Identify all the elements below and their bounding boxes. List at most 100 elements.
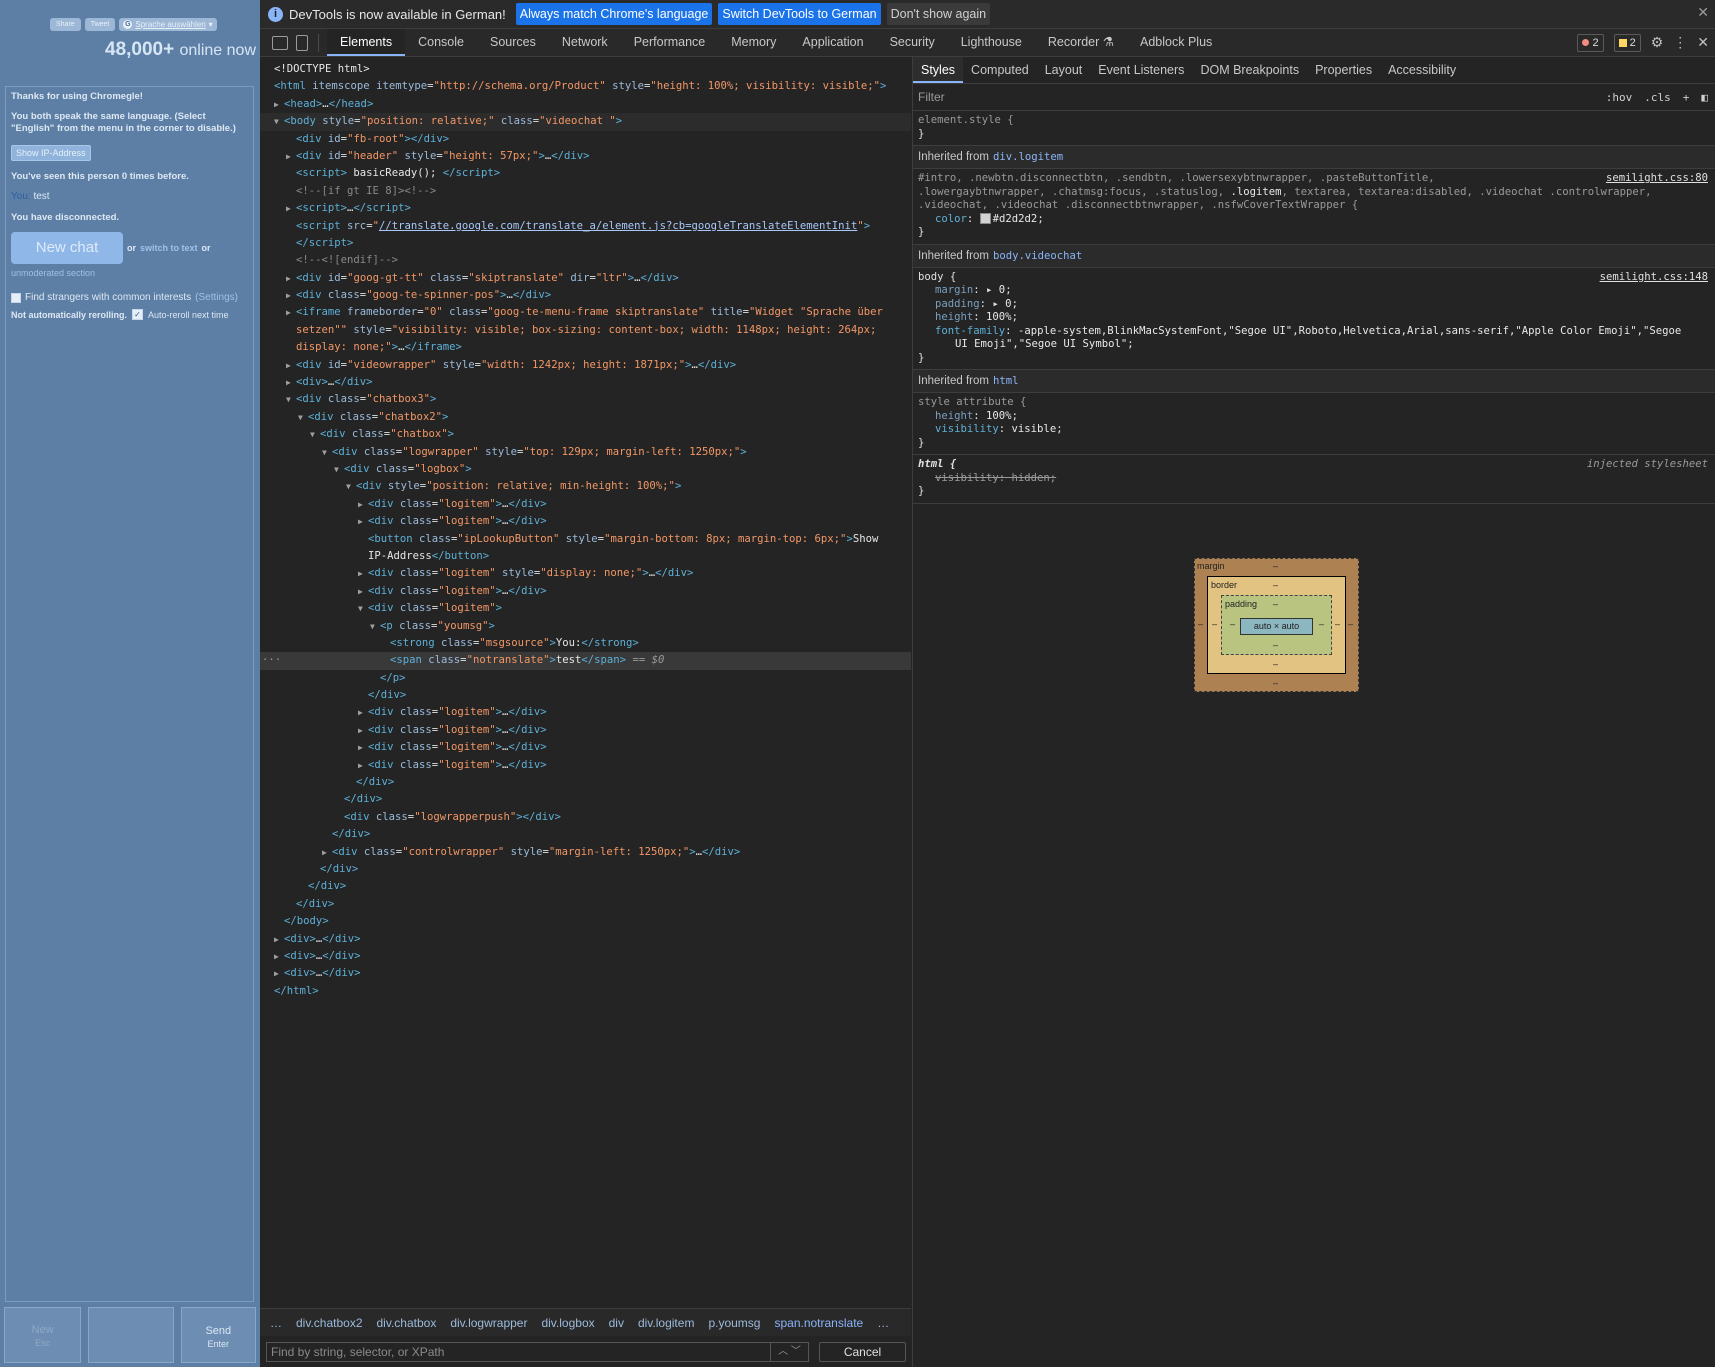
- dom-search-input[interactable]: Find by string, selector, or XPath: [266, 1342, 771, 1362]
- dom-node[interactable]: ▼ <div class="logitem">: [260, 600, 911, 617]
- more-icon[interactable]: ···: [262, 652, 281, 669]
- breadcrumb-item-current[interactable]: span.notranslate: [774, 1316, 863, 1330]
- translate-select[interactable]: Sprache auswählen: [135, 18, 205, 31]
- tab-security[interactable]: Security: [877, 29, 948, 56]
- dom-node[interactable]: </div>: [260, 896, 911, 913]
- dom-node[interactable]: </div>: [260, 687, 911, 704]
- tab-console[interactable]: Console: [405, 29, 477, 56]
- tab-dom-breakpoints[interactable]: DOM Breakpoints: [1192, 57, 1307, 83]
- tab-event-listeners[interactable]: Event Listeners: [1090, 57, 1192, 83]
- dom-node[interactable]: ▶ <div class="logitem">…</div>: [260, 496, 911, 513]
- inherited-element-link[interactable]: body.videochat: [993, 250, 1082, 262]
- dom-node[interactable]: ▶ <div class="controlwrapper" style="marg…: [260, 844, 911, 861]
- css-property[interactable]: padding: ▸ 0;: [918, 298, 1711, 312]
- dom-node[interactable]: ▶ <div id="videowrapper" style="width: 12…: [260, 357, 911, 374]
- breadcrumb-item[interactable]: p.youmsg: [708, 1316, 760, 1330]
- dom-node[interactable]: ▶ <div class="goog-te-spinner-pos">…</div…: [260, 287, 911, 304]
- dom-node[interactable]: ▶ <iframe frameborder="0" class="goog-te-…: [260, 304, 911, 321]
- css-property[interactable]: font-family: -apple-system,BlinkMacSyste…: [918, 325, 1711, 339]
- dom-node[interactable]: ▶ <div class="logitem">…</div>: [260, 704, 911, 721]
- dom-node[interactable]: ▶ <div>…</div>: [260, 965, 911, 982]
- close-icon[interactable]: ✕: [1697, 4, 1709, 21]
- tab-memory[interactable]: Memory: [718, 29, 789, 56]
- dom-node[interactable]: ▶ <div class="logitem">…</div>: [260, 739, 911, 756]
- more-options-icon[interactable]: ⋮: [1673, 34, 1687, 51]
- dom-node[interactable]: ▶ <div>…</div>: [260, 948, 911, 965]
- add-rule-icon[interactable]: +: [1683, 91, 1690, 104]
- unmoderated-link[interactable]: unmoderated section: [11, 268, 95, 278]
- hover-state-toggle[interactable]: :hov: [1606, 91, 1633, 104]
- error-count-badge[interactable]: 2: [1577, 33, 1604, 52]
- new-chat-button[interactable]: New chat: [11, 232, 123, 264]
- dom-node[interactable]: setzen"" style="visibility: visible; box…: [260, 322, 911, 339]
- gear-icon[interactable]: ⚙: [1651, 34, 1664, 51]
- tab-styles[interactable]: Styles: [913, 57, 964, 83]
- breadcrumb-item[interactable]: div: [609, 1316, 624, 1330]
- dom-node[interactable]: <!--[if gt IE 8]><!-->: [260, 183, 911, 200]
- show-ip-button[interactable]: Show IP-Address: [11, 145, 91, 161]
- dom-node[interactable]: ▼ <p class="youmsg">: [260, 618, 911, 635]
- dom-node[interactable]: </div>: [260, 774, 911, 791]
- tab-application[interactable]: Application: [789, 29, 876, 56]
- dom-node[interactable]: ▶ <div>…</div>: [260, 931, 911, 948]
- dom-node[interactable]: </div>: [260, 826, 911, 843]
- dom-node[interactable]: ▶ <div class="logitem">…</div>: [260, 722, 911, 739]
- dom-node[interactable]: </div>: [260, 791, 911, 808]
- auto-reroll-checkbox[interactable]: ✓: [132, 309, 144, 320]
- dom-node[interactable]: IP-Address</button>: [260, 548, 911, 565]
- dom-node[interactable]: </div>: [260, 878, 911, 895]
- breadcrumb-item[interactable]: div.chatbox2: [296, 1316, 363, 1330]
- dom-node[interactable]: </div>: [260, 861, 911, 878]
- dont-show-again-button[interactable]: Don't show again: [886, 3, 991, 25]
- search-nav-arrows-icon[interactable]: ︿ ﹀: [771, 1342, 809, 1362]
- dom-node[interactable]: ▶ <script>…</script>: [260, 200, 911, 217]
- breadcrumb-item[interactable]: div.logbox: [541, 1316, 594, 1330]
- tab-adblock-plus[interactable]: Adblock Plus: [1127, 29, 1225, 56]
- dom-node[interactable]: </body>: [260, 913, 911, 930]
- dom-node[interactable]: ▶ <div class="logitem" style="display: no…: [260, 565, 911, 582]
- dom-node[interactable]: <div class="logwrapperpush"></div>: [260, 809, 911, 826]
- dom-node[interactable]: ▶ <div class="logitem">…</div>: [260, 583, 911, 600]
- tab-computed[interactable]: Computed: [963, 57, 1037, 83]
- close-devtools-icon[interactable]: ✕: [1697, 34, 1709, 51]
- switch-to-text-link[interactable]: switch to text: [140, 243, 198, 253]
- tab-layout[interactable]: Layout: [1037, 57, 1091, 83]
- inherited-element-link[interactable]: html: [993, 375, 1019, 387]
- dom-node[interactable]: ▼ <div style="position: relative; min-hei…: [260, 478, 911, 495]
- tab-sources[interactable]: Sources: [477, 29, 549, 56]
- class-toggle[interactable]: .cls: [1644, 91, 1671, 104]
- breadcrumb-item[interactable]: …: [877, 1316, 889, 1330]
- tab-performance[interactable]: Performance: [621, 29, 719, 56]
- tab-accessibility[interactable]: Accessibility: [1380, 57, 1464, 83]
- dom-node[interactable]: <strong class="msgsource">You:</strong>: [260, 635, 911, 652]
- css-property[interactable]: color: #d2d2d2;: [918, 213, 1711, 227]
- dom-node[interactable]: ▼ <body style="position: relative;" class…: [260, 113, 911, 131]
- dom-node[interactable]: <button class="ipLookupButton" style="ma…: [260, 531, 911, 548]
- share-button[interactable]: Share: [50, 18, 81, 31]
- chat-message-input[interactable]: [88, 1307, 174, 1363]
- tab-properties[interactable]: Properties: [1307, 57, 1380, 83]
- rule-source-link[interactable]: semilight.css:148: [1600, 271, 1708, 285]
- dom-node[interactable]: ▼ <div class="logbox">: [260, 461, 911, 478]
- color-swatch-icon[interactable]: [979, 213, 991, 224]
- dom-node[interactable]: ▼ <div class="logwrapper" style="top: 129…: [260, 444, 911, 461]
- breadcrumb-item[interactable]: div.logitem: [638, 1316, 694, 1330]
- dom-node[interactable]: ▶ <head>…</head>: [260, 96, 911, 113]
- selected-dom-node[interactable]: ··· <span class="notranslate">test</span>…: [260, 652, 911, 670]
- translate-widget[interactable]: G Sprache auswählen ▾: [119, 18, 217, 31]
- styles-filter-input[interactable]: Filter: [918, 90, 945, 104]
- dom-node[interactable]: <html itemscope itemtype="http://schema.…: [260, 78, 911, 95]
- send-button[interactable]: Send Enter: [180, 1307, 256, 1363]
- dom-node[interactable]: <script> basicReady(); </script>: [260, 165, 911, 182]
- dom-node[interactable]: ▼ <div class="chatbox2">: [260, 409, 911, 426]
- inspect-element-icon[interactable]: [272, 35, 288, 50]
- tab-recorder[interactable]: Recorder ⚗: [1035, 29, 1127, 56]
- css-property[interactable]: height: 100%;: [918, 410, 1711, 424]
- dom-node[interactable]: display: none;">…</iframe>: [260, 339, 911, 356]
- interests-checkbox[interactable]: [11, 292, 21, 303]
- breadcrumb-item[interactable]: …: [270, 1316, 282, 1330]
- dom-node[interactable]: <div id="fb-root"></div>: [260, 131, 911, 148]
- dom-node[interactable]: </p>: [260, 670, 911, 687]
- inherited-element-link[interactable]: div.logitem: [993, 151, 1063, 163]
- cancel-search-button[interactable]: Cancel: [819, 1342, 906, 1362]
